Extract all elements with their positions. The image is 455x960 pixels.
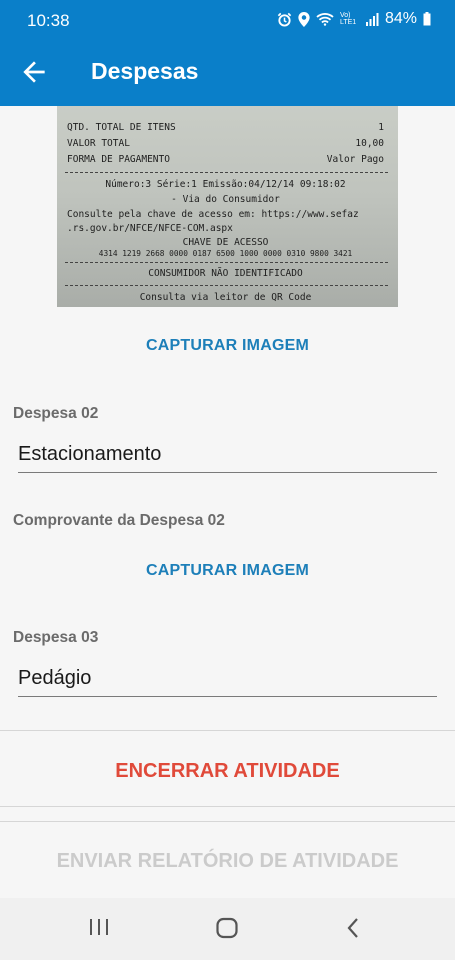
system-nav-bar: [0, 898, 455, 960]
receipt-line: CHAVE DE ACESSO: [182, 237, 269, 248]
receipt-line: - Via do Consumidor: [171, 194, 280, 205]
capture-image-button[interactable]: CAPTURAR IMAGEM: [0, 337, 455, 355]
chevron-left-icon: [347, 918, 358, 938]
recent-apps-button[interactable]: [88, 917, 110, 942]
nav-back-button[interactable]: [344, 917, 362, 944]
capture-image-button[interactable]: CAPTURAR IMAGEM: [0, 562, 455, 580]
back-button[interactable]: [18, 56, 50, 88]
receipt-line: Número:3 Série:1 Emissão:04/12/14 09:18:…: [105, 179, 346, 190]
receipt-line: QTD. TOTAL DE ITENS 1: [67, 122, 384, 133]
signal-icon: [365, 12, 379, 26]
home-button[interactable]: [215, 917, 239, 944]
status-time: 10:38: [27, 11, 70, 30]
despesa-03-input[interactable]: [18, 662, 437, 694]
wifi-icon: [316, 13, 334, 26]
receipt-line: FORMA DE PAGAMENTO Valor Pago: [67, 154, 384, 165]
encerrar-atividade-button[interactable]: ENCERRAR ATIVIDADE: [0, 760, 455, 783]
home-icon: [216, 917, 238, 939]
receipt-line: VALOR TOTAL 10,00: [67, 138, 384, 149]
receipt-line: Consulta via leitor de QR Code: [139, 292, 312, 303]
despesa-02-input[interactable]: [18, 438, 437, 470]
receipt-line: .rs.gov.br/NFCE/NFCE-COM.aspx: [67, 223, 233, 234]
status-bar: 10:38 Vo) LTE1 84%: [0, 0, 455, 38]
comprovante-02-label: Comprovante da Despesa 02: [13, 512, 225, 529]
despesa-02-label: Despesa 02: [13, 405, 99, 422]
despesa-03-label: Despesa 03: [13, 629, 99, 646]
receipt-line: CONSUMIDOR NÃO IDENTIFICADO: [148, 268, 303, 279]
despesa-03-field[interactable]: [18, 662, 437, 697]
receipt-divider: [65, 262, 388, 263]
receipt-divider: [65, 285, 388, 286]
recent-apps-icon: [90, 919, 108, 935]
status-icons: Vo) LTE1 84%: [277, 10, 431, 28]
arrow-back-icon: [23, 61, 45, 83]
receipt-line: Consulte pela chave de acesso em: https:…: [67, 209, 359, 220]
alarm-icon: [277, 12, 292, 27]
app-bar: Despesas: [0, 38, 455, 106]
divider: [0, 806, 455, 807]
receipt-line: 4314 1219 2668 0000 0187 6500 1000 0000 …: [98, 249, 353, 258]
battery-icon: [423, 12, 431, 26]
receipt-image: QTD. TOTAL DE ITENS 1 VALOR TOTAL 10,00 …: [57, 106, 398, 307]
battery-percent: 84%: [384, 10, 417, 27]
divider: [0, 730, 455, 731]
receipt-divider: [65, 172, 388, 173]
enviar-relatorio-button[interactable]: ENVIAR RELATÓRIO DE ATIVIDADE: [0, 850, 455, 873]
page-title: Despesas: [91, 58, 199, 84]
divider: [0, 821, 455, 822]
location-icon: [298, 11, 310, 27]
despesa-02-field[interactable]: [18, 438, 437, 473]
network-type: Vo) LTE1: [339, 12, 357, 26]
